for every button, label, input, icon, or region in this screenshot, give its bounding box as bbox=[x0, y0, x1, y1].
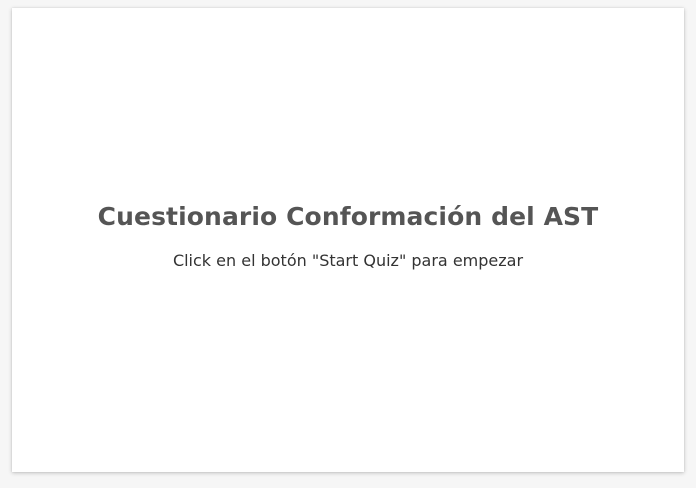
quiz-title: Cuestionario Conformación del AST bbox=[97, 202, 599, 231]
quiz-intro: Cuestionario Conformación del AST Click … bbox=[98, 202, 599, 270]
quiz-instruction: Click en el botón "Start Quiz" para empe… bbox=[172, 251, 524, 270]
quiz-card: Cuestionario Conformación del AST Click … bbox=[12, 8, 684, 472]
